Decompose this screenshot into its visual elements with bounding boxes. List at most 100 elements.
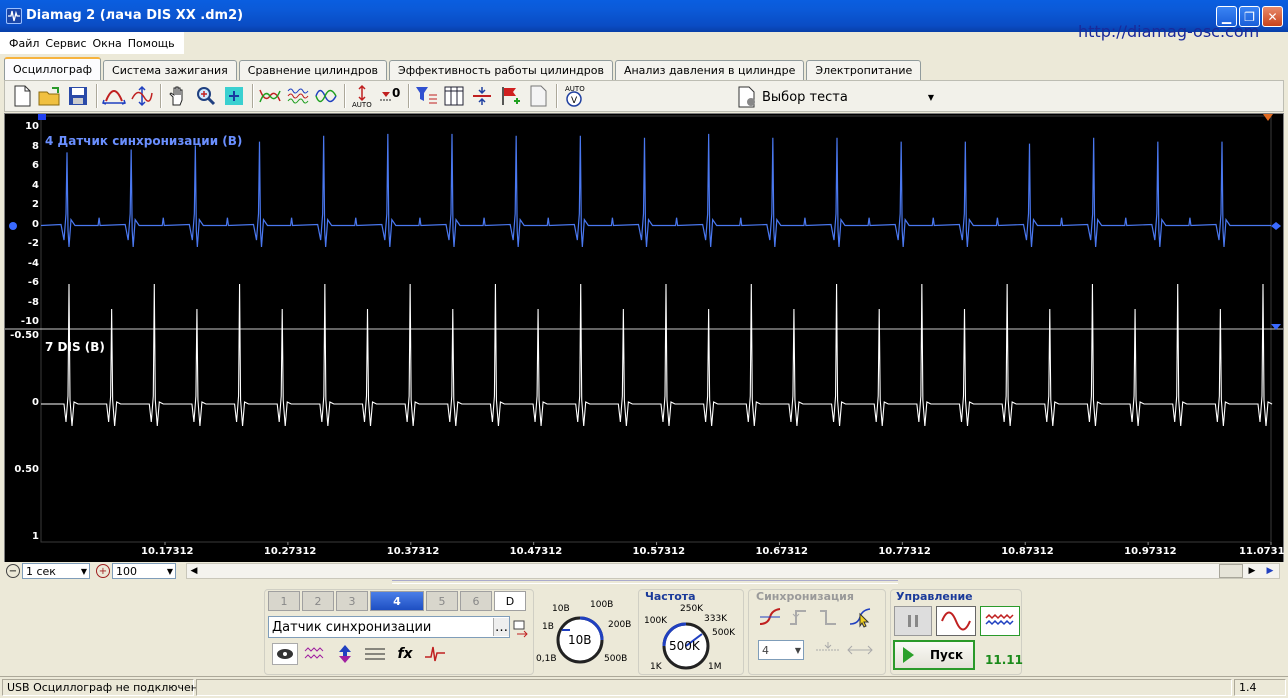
sync-level-icon — [814, 640, 842, 663]
scroll-right-icon[interactable]: ▶ — [1245, 564, 1259, 578]
auto-voltmeter-icon[interactable]: AUTO V — [561, 83, 587, 109]
zero-offset-icon[interactable]: 0 — [377, 83, 403, 109]
more-options-button[interactable]: … — [493, 618, 509, 636]
tab-ignition[interactable]: Система зажигания — [103, 60, 237, 80]
ch4-y-tick: -2 — [27, 238, 39, 249]
connection-status: USB Осциллограф не подключен — [2, 679, 198, 696]
single-wave-button[interactable] — [936, 606, 976, 636]
toolbar-separator — [344, 84, 346, 108]
x-tick: 10.87312 — [1001, 546, 1054, 557]
status-spacer — [196, 679, 1232, 696]
continuous-wave-button[interactable] — [980, 606, 1020, 636]
freq-label-0: 1K — [650, 662, 662, 672]
x-tick: 10.37312 — [386, 546, 440, 557]
ch4-y-tick: 0 — [32, 218, 39, 230]
add-marker-icon[interactable] — [497, 83, 523, 109]
zoom-out-icon[interactable]: − — [6, 564, 20, 578]
x-tick: 11.0731 — [1239, 546, 1285, 557]
grid-lines-icon[interactable] — [362, 643, 388, 665]
scroll-thumb[interactable] — [1219, 564, 1243, 578]
sync-delay-icon — [846, 640, 874, 663]
start-button[interactable]: Пуск — [893, 640, 975, 670]
function-icon[interactable]: fx — [392, 643, 418, 665]
horizontal-scrollbar[interactable]: ◀ ▶ ▶ — [186, 563, 1280, 579]
start-label: Пуск — [930, 648, 964, 662]
site-link[interactable]: http://diamag-osc.com — [1078, 22, 1259, 41]
menu-windows[interactable]: Окна — [90, 37, 125, 50]
ch4-waveform — [40, 133, 1271, 247]
svg-text:V: V — [571, 96, 578, 106]
filter-icon[interactable] — [413, 83, 439, 109]
channel-1-button[interactable]: 1 — [268, 591, 300, 611]
range-value: 10В — [568, 633, 592, 647]
zoom-icon[interactable] — [193, 83, 219, 109]
spike-filter-icon[interactable] — [422, 643, 448, 665]
tab-pressure-analysis[interactable]: Анализ давления в цилиндре — [614, 60, 805, 80]
channel-3-button[interactable]: 3 — [336, 591, 368, 611]
tab-power[interactable]: Электропитание — [806, 60, 922, 80]
auto-scale-icon[interactable]: AUTO — [349, 83, 375, 109]
frequency-dial[interactable]: 1K 100K 250K 333K 500K 1M 500K — [640, 600, 742, 676]
sync-rising-edge-icon[interactable] — [758, 606, 782, 631]
channel-4-button[interactable]: 4 — [370, 591, 424, 611]
compare-waves-icon[interactable] — [313, 83, 339, 109]
app-icon — [6, 8, 22, 24]
waveform-plot[interactable] — [5, 114, 1283, 562]
x-tick: 10.77312 — [878, 546, 931, 557]
menu-file[interactable]: Файл — [6, 37, 42, 50]
scroll-left-icon[interactable]: ◀ — [187, 564, 201, 578]
tab-strip: Осциллограф Система зажигания Сравнение … — [4, 57, 923, 80]
tab-cylinder-compare[interactable]: Сравнение цилиндров — [238, 60, 388, 80]
table-icon[interactable] — [441, 83, 467, 109]
channel-d-button[interactable]: D — [494, 591, 526, 611]
time-base-select[interactable]: 1 сек ▼ — [22, 563, 90, 579]
zoom-in-icon[interactable]: + — [96, 564, 110, 578]
toolbar-separator — [408, 84, 410, 108]
fit-screen-icon[interactable] — [221, 83, 247, 109]
status-bar: USB Осциллограф не подключен 1.4 — [0, 676, 1288, 698]
save-icon[interactable] — [65, 83, 91, 109]
range-label-0: 0,1В — [536, 654, 557, 664]
panel-splitter[interactable] — [392, 580, 898, 584]
overlay-waves-icon[interactable] — [285, 83, 311, 109]
zoom-select[interactable]: 100 ▼ — [112, 563, 176, 579]
channel-name-field[interactable]: Датчик синхронизации … — [268, 616, 510, 638]
pause-button[interactable] — [894, 606, 932, 636]
ch7-y-tick: 0 — [32, 397, 39, 408]
vertical-scale-icon[interactable] — [129, 83, 155, 109]
sync-cursor-icon[interactable] — [848, 606, 872, 631]
channel-2-button[interactable]: 2 — [302, 591, 334, 611]
split-icon[interactable] — [469, 83, 495, 109]
oscilloscope-display[interactable]: 4 Датчик синхронизации (В) 7 DIS (В) 10 8… — [4, 113, 1285, 676]
ch4-y-tick: -8 — [27, 296, 39, 308]
tab-oscilloscope[interactable]: Осциллограф — [4, 57, 102, 80]
channel-6-button[interactable]: 6 — [460, 591, 492, 611]
invert-icon[interactable] — [332, 643, 358, 665]
menu-service[interactable]: Сервис — [42, 37, 89, 50]
noise-filter-icon[interactable] — [302, 643, 328, 665]
menu-help[interactable]: Помощь — [125, 37, 178, 50]
cursor-waves-icon[interactable] — [257, 83, 283, 109]
new-file-icon[interactable] — [9, 83, 35, 109]
svg-text:0: 0 — [392, 86, 400, 100]
horizontal-scale-icon[interactable] — [101, 83, 127, 109]
channel-5-button[interactable]: 5 — [426, 591, 458, 611]
range-dial[interactable]: 0,1В 1В 10В 100В 200В 500В 10В — [530, 590, 634, 676]
hand-pan-icon[interactable] — [165, 83, 191, 109]
frequency-value: 500K — [669, 639, 700, 653]
close-button[interactable]: ✕ — [1262, 6, 1283, 27]
swap-channel-icon[interactable] — [513, 618, 531, 641]
test-select[interactable]: Выбор теста ▼ — [736, 86, 934, 108]
report-icon[interactable] — [525, 83, 551, 109]
open-folder-icon[interactable] — [37, 83, 63, 109]
sync-channel-select[interactable]: 4 ▼ — [758, 640, 804, 660]
eye-icon[interactable] — [272, 643, 298, 665]
x-tick: 10.57312 — [632, 546, 686, 557]
freq-label-5: 1M — [708, 662, 722, 672]
ch7-y-tick: 1 — [32, 531, 39, 542]
play-forward-icon[interactable]: ▶ — [1263, 564, 1277, 578]
tab-cylinder-efficiency[interactable]: Эффективность работы цилиндров — [389, 60, 613, 80]
range-label-4: 200В — [608, 620, 632, 630]
toolbar-separator — [252, 84, 254, 108]
range-label-3: 100В — [590, 600, 614, 610]
